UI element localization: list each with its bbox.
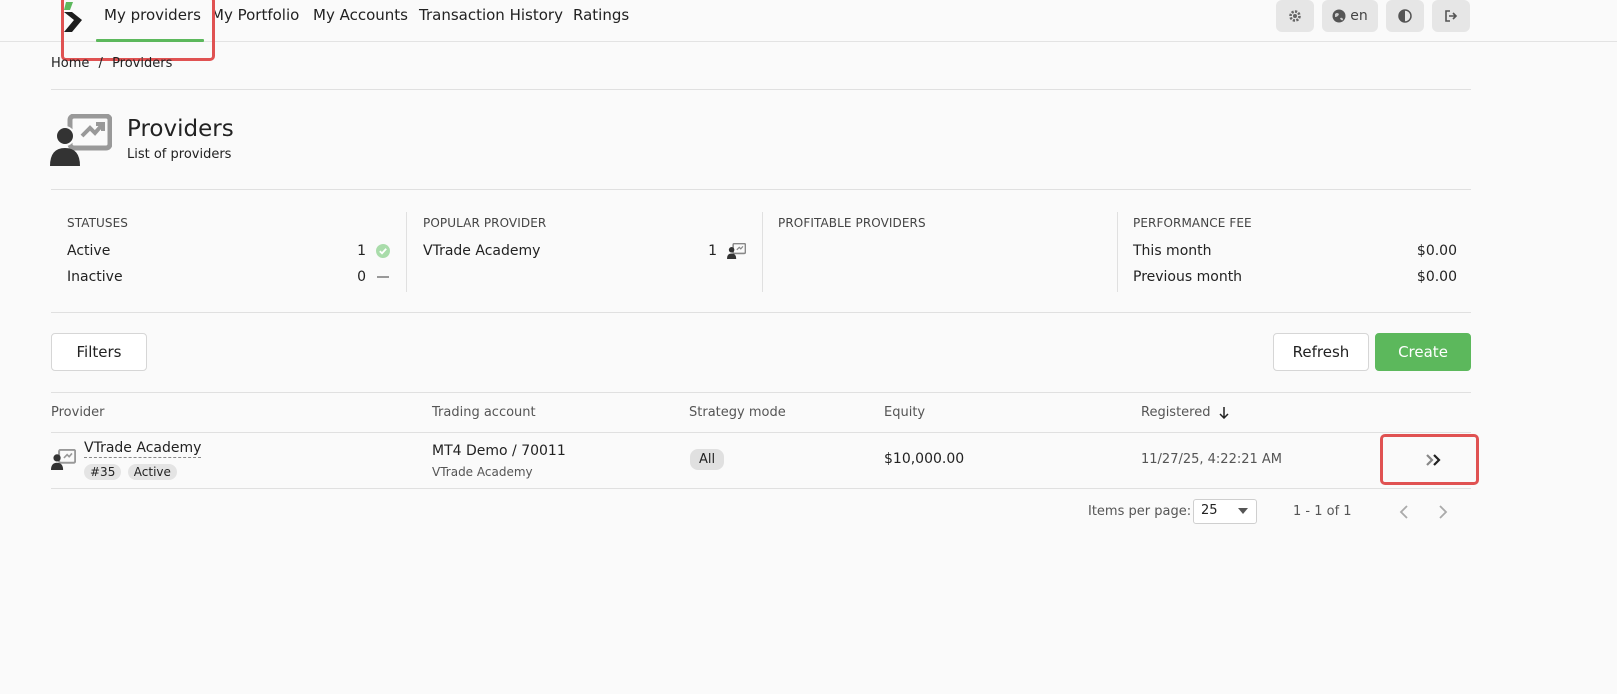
language-button[interactable]: en [1322, 0, 1378, 32]
open-provider-button[interactable] [1424, 452, 1444, 468]
stats-performance-fee: PERFORMANCE FEE This month $0.00 Previou… [1117, 212, 1473, 292]
stat-label: Inactive [67, 269, 123, 285]
stat-label: VTrade Academy [423, 243, 541, 259]
refresh-button[interactable]: Refresh [1273, 333, 1369, 371]
breadcrumb-home[interactable]: Home [51, 56, 89, 71]
double-chevron-right-icon [1426, 454, 1441, 466]
app-logo-icon[interactable] [64, 2, 84, 34]
stat-label: Active [67, 243, 111, 259]
stat-value: 1 [708, 243, 717, 259]
divider [51, 189, 1471, 190]
column-header-equity[interactable]: Equity [884, 405, 925, 420]
stat-row-inactive: Inactive 0 [67, 269, 390, 289]
nav-my-providers[interactable]: My providers [104, 6, 201, 24]
stats-statuses-heading: STATUSES [67, 216, 129, 230]
contrast-icon [1398, 9, 1412, 23]
stat-row-popular: VTrade Academy 1 [423, 243, 746, 263]
stats-statuses: STATUSES Active 1 Inactive 0 [51, 212, 407, 292]
provider-tags: #35 Active [84, 464, 179, 480]
stats-profitable-heading: PROFITABLE PROVIDERS [778, 216, 926, 230]
stats-profitable-providers: PROFITABLE PROVIDERS [762, 212, 1118, 292]
stat-row-active: Active 1 [67, 243, 390, 263]
stats-popular-heading: POPULAR PROVIDER [423, 216, 547, 230]
globe-icon [1332, 9, 1346, 23]
stat-row-this-month: This month $0.00 [1133, 243, 1457, 263]
page-title: Providers [127, 116, 234, 142]
theme-toggle-button[interactable] [1386, 0, 1424, 32]
table-header-border [51, 432, 1471, 433]
column-header-provider[interactable]: Provider [51, 405, 105, 420]
provider-id-badge: #35 [84, 464, 122, 480]
divider [51, 312, 1471, 313]
column-header-registered-label: Registered [1141, 405, 1211, 420]
arrow-down-icon [1218, 406, 1229, 419]
table-bottom-border [51, 488, 1471, 489]
trading-account: MT4 Demo / 70011 [432, 443, 566, 459]
pagination-range: 1 - 1 of 1 [1293, 504, 1352, 519]
stat-value: $0.00 [1416, 243, 1457, 259]
nav-transaction-history[interactable]: Transaction History [419, 6, 563, 24]
strategy-mode-chip: All [690, 449, 725, 470]
column-header-registered[interactable]: Registered [1141, 405, 1229, 420]
chevron-right-icon [1439, 505, 1448, 519]
stat-label: Previous month [1133, 269, 1243, 285]
provider-icon [50, 114, 112, 166]
settings-button[interactable] [1276, 0, 1314, 32]
gear-icon [1289, 10, 1301, 22]
breadcrumb-current: Providers [112, 56, 173, 71]
top-navbar: My providers My Portfolio My Accounts Tr… [0, 0, 1617, 42]
caret-down-icon [1238, 508, 1248, 514]
create-button[interactable]: Create [1375, 333, 1471, 371]
stat-value: $0.00 [1416, 269, 1457, 285]
stat-value: 0 [357, 269, 366, 285]
provider-icon [51, 449, 76, 470]
column-header-strategy-mode[interactable]: Strategy mode [689, 405, 786, 420]
stats-fee-heading: PERFORMANCE FEE [1133, 216, 1252, 230]
table-top-border [51, 392, 1471, 393]
check-circle-icon [376, 244, 390, 258]
items-per-page-value: 25 [1201, 503, 1218, 518]
dash-icon [377, 276, 389, 278]
stats-popular-provider: POPULAR PROVIDER VTrade Academy 1 [407, 212, 763, 292]
logout-icon [1445, 10, 1458, 22]
items-per-page-label: Items per page: [1088, 504, 1192, 519]
column-header-trading-account[interactable]: Trading account [432, 405, 536, 420]
previous-page-button[interactable] [1396, 503, 1412, 521]
language-label: en [1350, 8, 1368, 24]
trading-account-sub: VTrade Academy [432, 465, 533, 479]
stat-row-previous-month: Previous month $0.00 [1133, 269, 1457, 289]
registered-date: 11/27/25, 4:22:21 AM [1141, 452, 1283, 467]
provider-icon [727, 243, 746, 259]
page-subtitle: List of providers [127, 147, 232, 162]
nav-ratings[interactable]: Ratings [573, 6, 629, 24]
items-per-page-select[interactable]: 25 [1193, 499, 1257, 524]
chevron-left-icon [1399, 505, 1408, 519]
breadcrumb: Home / Providers [51, 56, 172, 71]
stat-value: 1 [357, 243, 366, 259]
nav-my-portfolio[interactable]: My Portfolio [211, 6, 299, 24]
logout-button[interactable] [1432, 0, 1470, 32]
status-badge: Active [127, 464, 177, 480]
filters-button[interactable]: Filters [51, 333, 147, 371]
nav-my-accounts[interactable]: My Accounts [313, 6, 408, 24]
active-nav-indicator [96, 39, 204, 42]
next-page-button[interactable] [1435, 503, 1451, 521]
provider-name-link[interactable]: VTrade Academy [84, 440, 202, 458]
stat-label: This month [1133, 243, 1212, 259]
divider [51, 89, 1471, 90]
equity-value: $10,000.00 [884, 451, 965, 467]
breadcrumb-separator: / [98, 56, 103, 71]
